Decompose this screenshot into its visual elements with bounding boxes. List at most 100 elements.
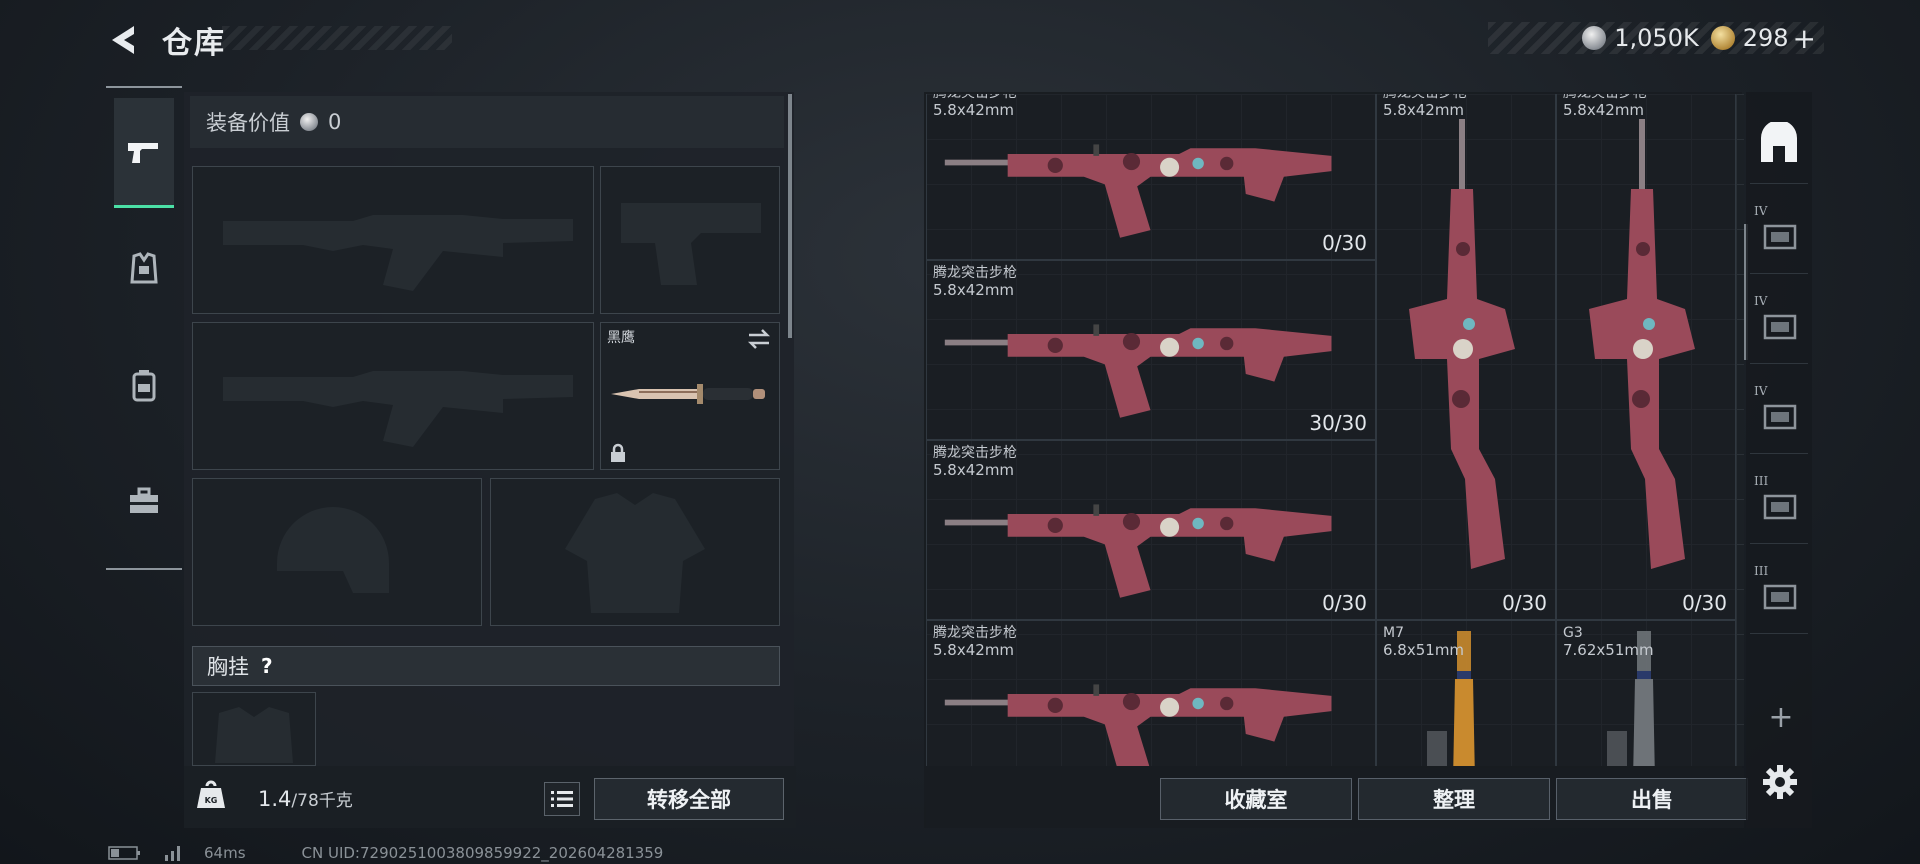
toolbox-icon <box>130 487 158 513</box>
chest-rig-label: 胸挂 <box>207 655 249 679</box>
add-storage-tab-button[interactable]: + <box>1764 700 1798 735</box>
item-name: 腾龙突击步枪 <box>933 94 1017 101</box>
settings-button[interactable] <box>1760 762 1800 802</box>
tab-weapons[interactable] <box>114 98 174 208</box>
body-armor-slot[interactable] <box>490 478 780 626</box>
item-caliber: 5.8x42mm <box>1563 101 1645 119</box>
sort-button[interactable]: 整理 <box>1358 778 1550 820</box>
item-name: 腾龙突击步枪 <box>933 265 1017 281</box>
storage-tab-3[interactable]: IV <box>1750 374 1808 454</box>
gear-icon <box>1763 765 1797 799</box>
weight-max: /78千克 <box>291 791 353 811</box>
gold-currency[interactable]: 298 + <box>1710 22 1816 55</box>
storage-tab-1[interactable]: IV <box>1750 194 1808 274</box>
item-caliber: 6.8x51mm <box>1383 641 1465 659</box>
tab-armor[interactable] <box>114 214 174 324</box>
storage-tab-4[interactable]: III <box>1750 464 1808 544</box>
title-decoration <box>222 26 452 50</box>
equipment-scrollbar[interactable] <box>788 94 792 338</box>
tab-backpack[interactable] <box>114 330 174 440</box>
primary-weapon-slot-1[interactable] <box>192 166 594 314</box>
help-icon[interactable]: ? <box>261 654 273 678</box>
battery-icon <box>108 846 140 860</box>
knife-name: 黑鹰 <box>607 330 635 346</box>
status-bar: 64ms CN UID:7290251003809859922_20260428… <box>108 844 663 862</box>
armor-silhouette-icon <box>565 493 705 613</box>
list-icon <box>551 791 573 807</box>
list-view-button[interactable] <box>544 782 580 816</box>
add-currency-button[interactable]: + <box>1793 22 1816 55</box>
back-button[interactable] <box>104 20 144 60</box>
pistol-silhouette-icon <box>621 203 761 285</box>
item-name: 腾龙突击步枪 <box>933 625 1017 641</box>
tier-label: IV <box>1754 204 1768 218</box>
tier-label: IV <box>1754 384 1768 398</box>
pistol-icon <box>128 142 158 163</box>
combat-knife-icon <box>611 384 765 404</box>
item-name: 腾龙突击步枪 <box>1383 94 1467 101</box>
storage-item[interactable]: 腾龙突击步枪5.8x42mm 0/30 <box>926 440 1376 620</box>
rifle-silhouette-icon <box>223 371 573 447</box>
page-title: 仓库 <box>162 26 226 61</box>
item-ammo-count: 0/30 <box>1322 231 1367 255</box>
storage-item[interactable]: 腾龙突击步枪5.8x42mm 0/30 <box>1556 94 1736 620</box>
equipment-value: 0 <box>328 110 342 134</box>
equipment-value-header: 装备价值 0 <box>190 96 784 148</box>
sell-button[interactable]: 出售 <box>1556 778 1748 820</box>
rifle-camo-icon <box>944 324 1332 418</box>
item-name: 腾龙突击步枪 <box>1563 94 1647 101</box>
tier-label: III <box>1754 474 1769 488</box>
item-name: 腾龙突击步枪 <box>933 445 1017 461</box>
swap-icon[interactable] <box>747 329 771 349</box>
ping-text: 64ms <box>204 844 246 862</box>
melee-slot[interactable]: 黑鹰 <box>600 322 780 470</box>
helmet-slot[interactable] <box>192 478 482 626</box>
item-caliber: 5.8x42mm <box>933 641 1015 659</box>
carry-weight: 1.4/78千克 <box>258 786 353 811</box>
case-icon <box>1763 224 1797 249</box>
item-ammo-count: 0/30 <box>1502 591 1547 615</box>
item-caliber: 5.8x42mm <box>1383 101 1465 119</box>
transfer-all-button[interactable]: 转移全部 <box>594 778 784 820</box>
storage-item[interactable]: 腾龙突击步枪 5.8x42mm <box>926 620 1376 766</box>
rifle-camo-icon <box>944 144 1332 238</box>
currency-bar: 1,050K 298 + <box>1488 22 1824 55</box>
back-arrow-icon <box>112 26 134 54</box>
storage-tab-2[interactable]: IV <box>1750 284 1808 364</box>
storage-item[interactable]: G3 7.62x51mm <box>1556 620 1736 766</box>
collection-room-button[interactable]: 收藏室 <box>1160 778 1352 820</box>
storage-item[interactable]: 腾龙突击步枪5.8x42mm 0/30 <box>1376 94 1556 620</box>
lock-icon <box>611 443 625 462</box>
chest-rig-slot[interactable] <box>192 692 316 766</box>
tab-toolkit[interactable] <box>114 446 174 556</box>
tier-label: IV <box>1754 294 1768 308</box>
rifle-camo-icon <box>944 504 1332 598</box>
storage-tab-0[interactable] <box>1750 104 1808 184</box>
storage-item[interactable]: 腾龙突击步枪 5.8x42mm 30/30 <box>926 260 1376 440</box>
weight-icon[interactable]: KG <box>196 778 226 810</box>
weight-current: 1.4 <box>258 787 292 811</box>
storage-item[interactable]: 腾龙突击步枪5.8x42mm 0/30 <box>926 94 1376 260</box>
case-add-icon <box>1763 314 1797 339</box>
tier-label: III <box>1754 564 1769 578</box>
item-ammo-count: 0/30 <box>1322 591 1367 615</box>
silver-amount: 1,050K <box>1614 24 1699 52</box>
primary-weapon-slot-2[interactable] <box>192 322 594 470</box>
chest-rig-silhouette-icon <box>215 707 293 763</box>
gold-amount: 298 <box>1742 24 1789 52</box>
storage-item[interactable]: M7 6.8x51mm <box>1376 620 1556 766</box>
item-caliber: 5.8x42mm <box>933 461 1015 479</box>
item-caliber: 5.8x42mm <box>933 281 1015 299</box>
item-ammo-count: 0/30 <box>1682 591 1727 615</box>
storage-tab-5[interactable]: III <box>1750 554 1808 634</box>
signal-icon <box>165 846 180 861</box>
rifle-silhouette-icon <box>223 215 573 291</box>
item-caliber: 7.62x51mm <box>1563 641 1654 659</box>
silver-currency[interactable]: 1,050K <box>1582 24 1699 52</box>
rifle-camo-icon <box>944 684 1332 766</box>
chest-rig-header: 胸挂 ? <box>192 646 780 686</box>
item-caliber: 5.8x42mm <box>933 101 1015 119</box>
category-tabs <box>106 86 182 570</box>
pistol-slot[interactable] <box>600 166 780 314</box>
case-icon <box>1763 494 1797 519</box>
